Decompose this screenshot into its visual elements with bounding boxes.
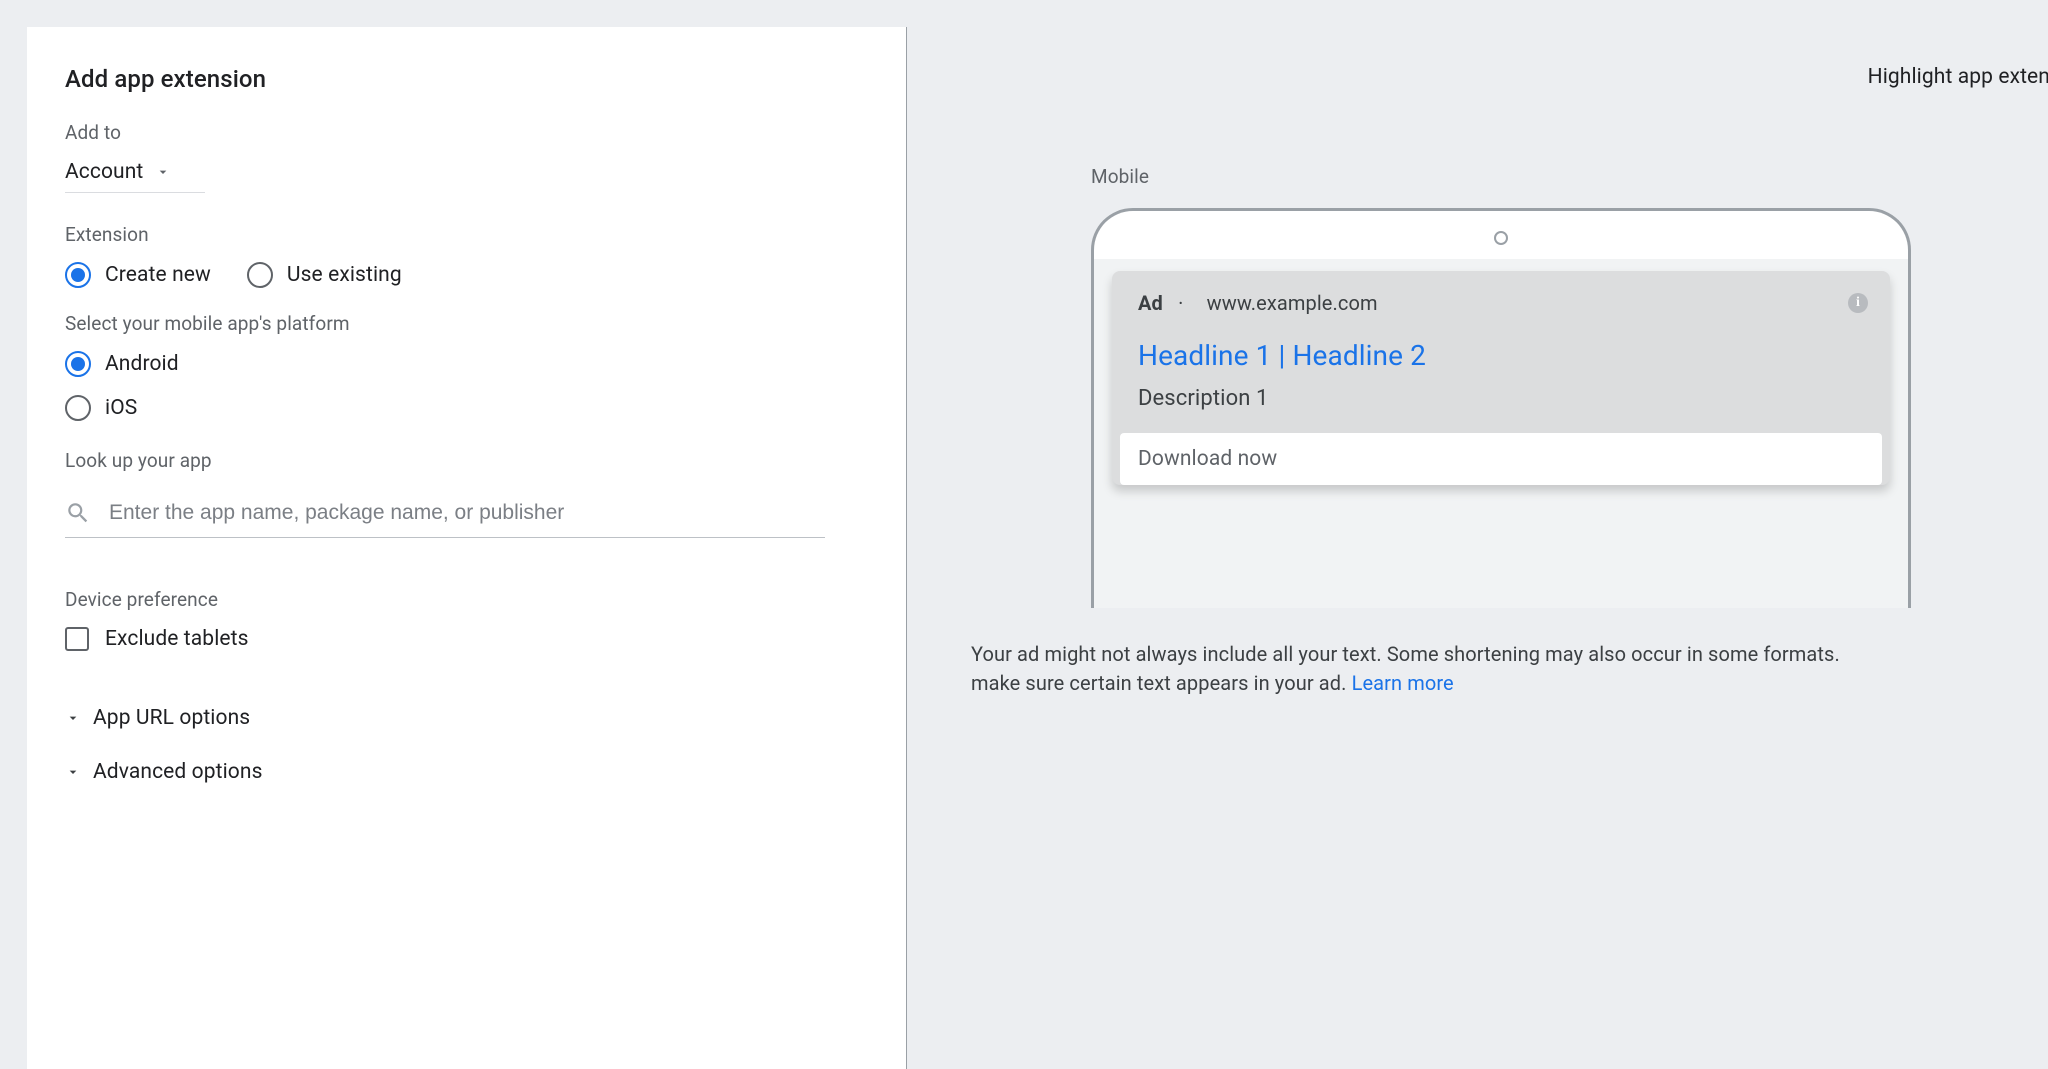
radio-icon [65,395,91,421]
collapse-app-url-options[interactable]: App URL options [65,691,868,745]
ad-separator: · [1168,291,1194,315]
info-icon: i [1848,293,1868,313]
left-panel: Add app extension Add to Account Extensi… [27,27,907,1069]
checkbox-label: Exclude tablets [105,627,249,651]
add-to-dropdown[interactable]: Account [65,150,868,194]
page-title: Add app extension [65,65,868,93]
checkbox-icon [65,627,89,651]
ad-card: Ad · www.example.com i Headline 1 | Head… [1112,271,1890,485]
ad-description: Description 1 [1112,378,1890,433]
ad-cta: Download now [1120,433,1882,485]
chevron-down-icon [65,710,81,726]
app-search-input[interactable] [109,501,825,525]
ad-top: Ad · www.example.com i [1112,271,1890,319]
preview-area: Mobile Ad · www.example.com i Headline 1… [1091,165,2048,698]
ad-url: www.example.com [1207,291,1378,315]
extension-label: Extension [65,223,868,246]
radio-create-new[interactable]: Create new [65,262,211,288]
learn-more-link[interactable]: Learn more [1352,671,1454,695]
add-to-label: Add to [65,121,868,144]
radio-use-existing[interactable]: Use existing [247,262,402,288]
radio-label: Create new [105,263,211,287]
radio-icon [247,262,273,288]
dropdown-underline [65,192,205,193]
app-shell: Add app extension Add to Account Extensi… [27,27,2048,1069]
search-icon [65,500,91,526]
device-label: Device preference [65,588,868,611]
ad-headline: Headline 1 | Headline 2 [1112,319,1890,378]
disclaimer-text2: make sure certain text appears in your a… [971,671,1347,695]
chevron-down-icon [65,764,81,780]
camera-icon [1494,231,1508,245]
extension-radio-group: Create new Use existing [65,262,868,288]
collapse-advanced-options[interactable]: Advanced options [65,745,868,799]
platform-radio-group: Android iOS [65,351,868,421]
ad-badge: Ad [1138,291,1163,315]
highlight-text: Highlight app exten [1868,65,2048,89]
radio-icon [65,351,91,377]
disclaimer: Your ad might not always include all you… [971,640,2048,698]
collapse-label: App URL options [93,706,250,730]
radio-icon [65,262,91,288]
phone-shell: Ad · www.example.com i Headline 1 | Head… [1091,208,1911,608]
radio-ios[interactable]: iOS [65,395,868,421]
radio-label: Android [105,352,179,376]
preview-label: Mobile [1091,165,2048,188]
chevron-down-icon [155,164,171,180]
platform-label: Select your mobile app's platform [65,312,868,335]
add-to-value: Account [65,160,143,184]
radio-label: Use existing [287,263,402,287]
app-search[interactable] [65,488,825,538]
disclaimer-text1: Your ad might not always include all you… [971,642,1840,666]
radio-label: iOS [105,396,137,420]
radio-android[interactable]: Android [65,351,868,377]
phone-inner: Ad · www.example.com i Headline 1 | Head… [1094,259,1908,608]
exclude-tablets-checkbox[interactable]: Exclude tablets [65,627,868,651]
collapse-label: Advanced options [93,760,263,784]
lookup-label: Look up your app [65,449,868,472]
right-panel: Highlight app exten Mobile Ad · www.exam… [907,27,2048,1069]
